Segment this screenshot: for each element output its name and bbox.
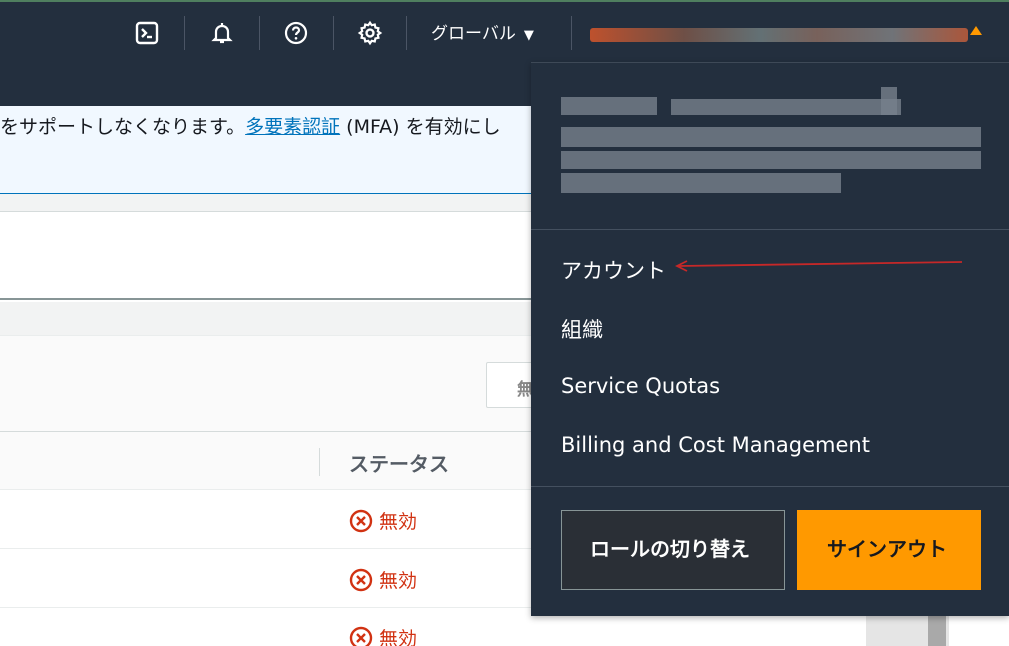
help-icon[interactable] [283, 20, 309, 46]
table-row [0, 609, 531, 646]
switch-role-button[interactable]: ロールの切り替え [561, 510, 785, 590]
table-header [0, 432, 531, 490]
content-panel [0, 212, 531, 300]
status-column-header[interactable]: ステータス [349, 448, 449, 477]
account-dropdown-menu: アカウント 組織 Service Quotas Billing and Cost… [531, 62, 1009, 616]
nav-divider [259, 16, 260, 50]
cloudshell-icon[interactable] [134, 20, 160, 46]
top-navigation-bar: グローバル ▼ [0, 0, 1009, 62]
mfa-info-banner: をサポートしなくなります。多要素認証 (MFA) を有効にし [0, 106, 531, 194]
table-toolbar [0, 336, 531, 432]
panel-header [0, 302, 531, 336]
region-selector[interactable]: グローバル ▼ [431, 22, 534, 46]
account-info-redacted [561, 87, 981, 207]
banner-text: をサポートしなくなります。多要素認証 (MFA) を有効にし [0, 116, 501, 138]
status-cell: 無効 [349, 566, 417, 593]
annotation-arrow-icon [675, 260, 963, 272]
status-cell: 無効 [349, 507, 417, 534]
menu-item-billing[interactable]: Billing and Cost Management [561, 433, 870, 457]
region-label: グローバル [431, 24, 516, 44]
secondary-nav-bar [0, 62, 531, 106]
status-text: 無効 [379, 511, 418, 533]
section-gap [0, 194, 531, 212]
scrollbar-thumb[interactable] [928, 616, 946, 646]
error-x-icon [349, 568, 373, 591]
nav-divider [406, 16, 407, 50]
menu-item-service-quotas[interactable]: Service Quotas [561, 374, 720, 398]
status-cell: 無効 [349, 624, 417, 646]
gear-icon[interactable] [357, 20, 383, 46]
menu-item-account[interactable]: アカウント [561, 255, 666, 285]
error-x-icon [349, 626, 373, 646]
caret-up-icon[interactable] [970, 26, 982, 35]
table-row [0, 491, 531, 549]
status-text: 無効 [379, 570, 418, 592]
nav-divider [333, 16, 334, 50]
status-text: 無効 [379, 628, 418, 646]
column-divider [319, 448, 320, 476]
sign-out-button[interactable]: サインアウト [797, 510, 981, 590]
dropdown-divider [531, 229, 1009, 230]
caret-down-icon: ▼ [523, 28, 534, 43]
bell-icon[interactable] [209, 20, 235, 46]
account-menu-trigger[interactable] [590, 28, 968, 42]
nav-divider [184, 16, 185, 50]
mfa-link[interactable]: 多要素認証 [245, 116, 340, 138]
error-x-icon [349, 509, 373, 532]
dropdown-divider [531, 486, 1009, 487]
menu-item-organizations[interactable]: 組織 [561, 314, 603, 344]
nav-divider [571, 16, 572, 50]
table-row [0, 550, 531, 608]
